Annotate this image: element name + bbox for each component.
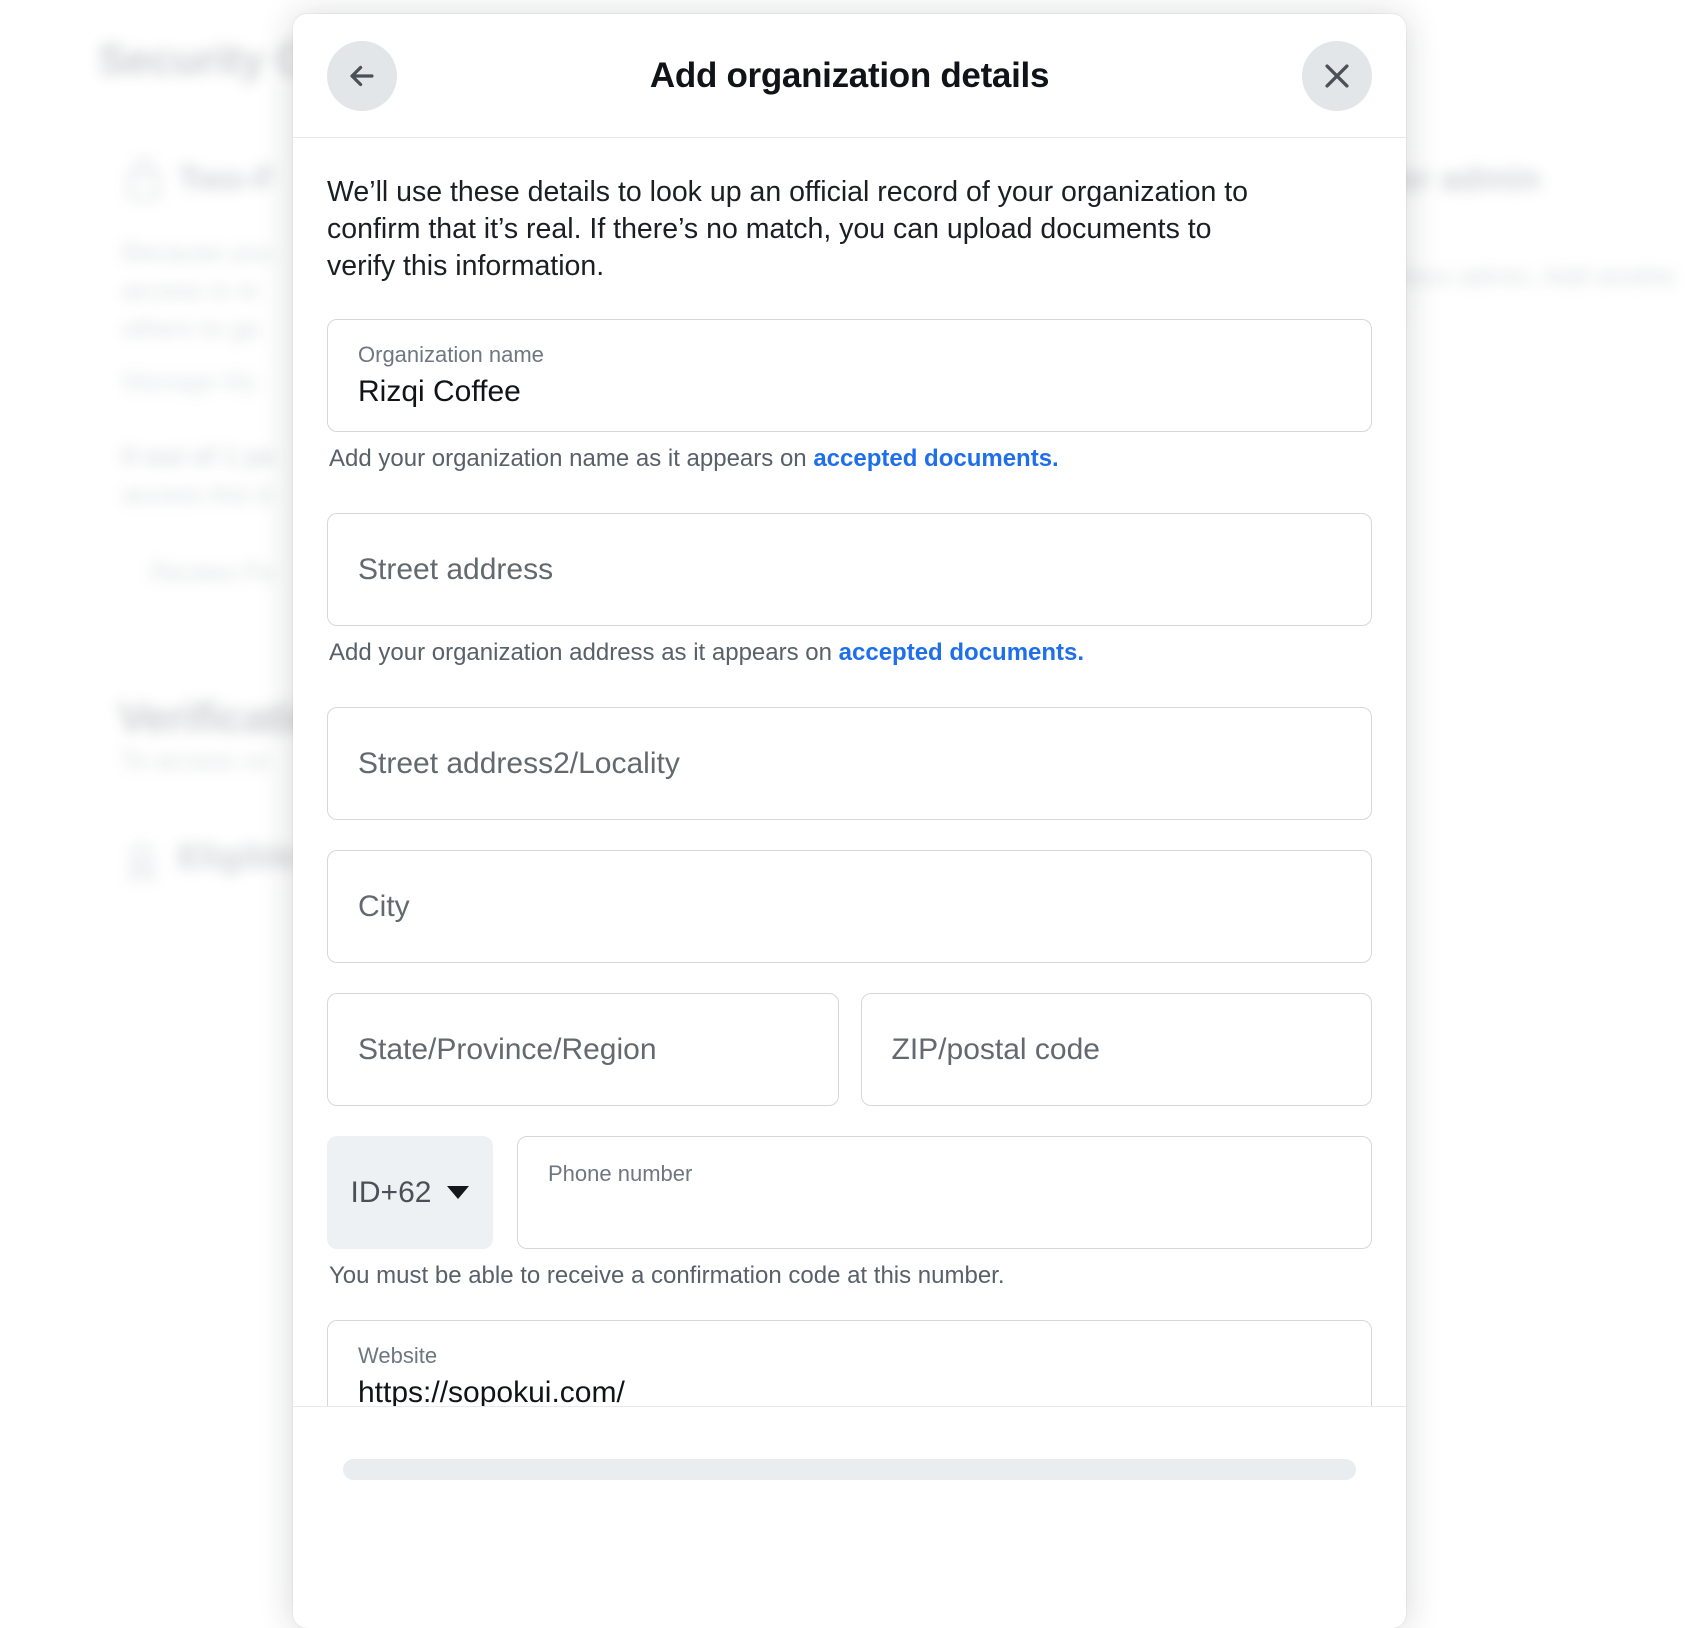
organization-name-helper: Add your organization name as it appears… xyxy=(329,445,1372,473)
accepted-documents-link-1[interactable]: accepted documents. xyxy=(813,445,1058,472)
arrow-left-icon xyxy=(345,59,379,93)
close-button[interactable] xyxy=(1302,41,1372,111)
dialog-title: Add organization details xyxy=(649,55,1050,95)
bg-two-factor-line-3: others to ga xyxy=(122,313,260,343)
country-code-select[interactable]: ID+62 xyxy=(327,1136,493,1249)
bg-two-factor-heading: Two-F xyxy=(178,160,276,198)
organization-name-field[interactable]: Organization name Rizqi Coffee xyxy=(327,319,1372,432)
badge-icon xyxy=(120,838,164,882)
back-button[interactable] xyxy=(327,41,397,111)
street-address-helper: Add your organization address as it appe… xyxy=(329,639,1372,667)
dialog-body: We’ll use these details to look up an of… xyxy=(293,138,1406,1406)
lock-icon xyxy=(122,152,166,204)
accepted-documents-link-2[interactable]: accepted documents. xyxy=(839,639,1084,666)
bg-eligible-label: Eligible xyxy=(178,838,299,876)
zip-field[interactable]: ZIP/postal code xyxy=(860,993,1372,1106)
zip-placeholder: ZIP/postal code xyxy=(891,1032,1100,1066)
state-placeholder: State/Province/Region xyxy=(358,1032,657,1066)
street-address-field[interactable]: Street address xyxy=(327,513,1372,626)
close-icon xyxy=(1320,59,1354,93)
city-field[interactable]: City xyxy=(327,850,1372,963)
state-field[interactable]: State/Province/Region xyxy=(327,993,839,1106)
country-code-value: ID+62 xyxy=(350,1175,432,1209)
organization-name-helper-text: Add your organization name as it appears… xyxy=(329,445,814,472)
street-address2-field[interactable]: Street address2/Locality xyxy=(327,707,1372,820)
dialog-intro-text: We’ll use these details to look up an of… xyxy=(327,176,1248,282)
phone-row: ID+62 Phone number xyxy=(327,1136,1372,1249)
phone-number-helper: You must be able to receive a confirmati… xyxy=(329,1262,1005,1289)
bg-page-title: Security C xyxy=(98,36,307,84)
bg-review-button: Review Pe xyxy=(150,557,275,587)
organization-name-label: Organization name xyxy=(358,342,544,367)
bg-status-rest: access this b xyxy=(122,479,273,509)
bg-status-bold: 0 out of 1 pe xyxy=(122,441,276,471)
screen: Security C Two-F Because you access is r… xyxy=(0,0,1708,1628)
phone-number-field[interactable]: Phone number xyxy=(517,1136,1372,1249)
bg-two-factor-line-1: Because you xyxy=(122,237,273,267)
phone-number-label: Phone number xyxy=(548,1161,693,1186)
state-zip-row: State/Province/Region ZIP/postal code xyxy=(327,993,1372,1106)
dialog-header: Add organization details xyxy=(293,14,1406,138)
progress-indicator[interactable] xyxy=(343,1459,1356,1480)
bg-verification-subtitle: To access ce xyxy=(120,745,271,775)
city-placeholder: City xyxy=(358,889,410,923)
street-address-placeholder: Street address xyxy=(358,552,554,586)
bg-admin-body-1: siness admin, Add anothe xyxy=(1378,261,1676,291)
street-address2-placeholder: Street address2/Locality xyxy=(358,746,680,780)
bg-two-factor-line-2: access is re xyxy=(122,275,260,305)
bg-verification-heading: Verificatio xyxy=(118,694,320,742)
dialog-footer xyxy=(293,1406,1406,1628)
add-organization-details-dialog: Add organization details We’ll use these… xyxy=(293,14,1406,1628)
street-address-helper-text: Add your organization address as it appe… xyxy=(329,639,839,666)
chevron-down-icon xyxy=(447,1186,470,1199)
bg-manage-link: Manage My xyxy=(122,366,258,396)
website-field[interactable]: Website https://sopokui.com/ xyxy=(327,1320,1372,1406)
organization-name-value: Rizqi Coffee xyxy=(358,375,521,408)
website-label: Website xyxy=(358,1343,438,1368)
website-value: https://sopokui.com/ xyxy=(358,1376,625,1406)
